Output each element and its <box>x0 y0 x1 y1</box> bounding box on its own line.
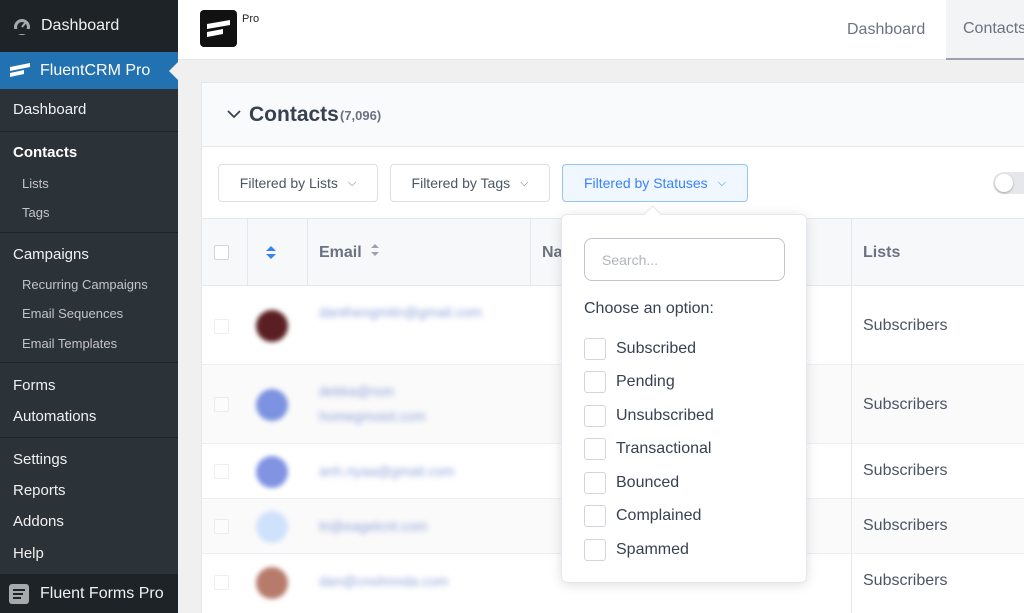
row-checkbox[interactable] <box>214 319 229 334</box>
nav-contacts[interactable]: Contacts <box>946 0 1024 60</box>
view-toggle-switch[interactable] <box>993 172 1024 194</box>
option-subscribed[interactable]: Subscribed <box>584 338 696 360</box>
option-label: Pending <box>616 373 675 390</box>
option-bounced[interactable]: Bounced <box>584 472 679 494</box>
sort-icon <box>370 243 380 262</box>
wp-menu-fluent-forms-label: Fluent Forms Pro <box>40 584 164 602</box>
nav-dashboard[interactable]: Dashboard <box>847 0 925 60</box>
row-checkbox[interactable] <box>214 464 229 479</box>
submenu-dashboard[interactable]: Dashboard <box>0 101 86 118</box>
contacts-header: Contacts (7,096) <box>202 83 1024 147</box>
submenu-recurring-campaigns[interactable]: Recurring Campaigns <box>0 277 148 292</box>
avatar <box>256 389 288 421</box>
collapse-chevron-icon[interactable] <box>226 107 242 123</box>
contacts-count: (7,096) <box>340 108 382 123</box>
submenu-settings[interactable]: Settings <box>0 451 67 468</box>
submenu-tags[interactable]: Tags <box>0 205 49 220</box>
option-checkbox[interactable] <box>584 438 606 460</box>
submenu-reports[interactable]: Reports <box>0 482 66 499</box>
wp-menu-dashboard-label: Dashboard <box>41 17 120 34</box>
option-transactional[interactable]: Transactional <box>584 438 711 460</box>
submenu-contacts[interactable]: Contacts <box>0 144 77 161</box>
filter-tags-label: Filtered by Tags <box>411 175 511 191</box>
option-label: Transactional <box>616 440 712 457</box>
option-checkbox[interactable] <box>584 338 606 360</box>
row-email[interactable]: dan@cnohnnda.com <box>319 569 448 594</box>
fluentcrm-logo-icon <box>8 61 32 81</box>
option-label: Unsubscribed <box>616 407 714 424</box>
row-list: Subscribers <box>863 317 948 334</box>
row-email[interactable]: lri@eagelcnt.com <box>319 514 427 539</box>
row-list: Subscribers <box>863 517 948 534</box>
row-email[interactable]: dekka@non homegmoiol.com <box>319 379 426 429</box>
sort-arrows-icon[interactable] <box>265 245 277 265</box>
chevron-down-icon: ⌵ <box>520 176 529 189</box>
option-label: Bounced <box>616 474 680 491</box>
option-checkbox[interactable] <box>584 505 606 527</box>
submenu-help[interactable]: Help <box>0 545 44 562</box>
option-spammed[interactable]: Spammed <box>584 539 689 561</box>
wp-admin-sidebar: Dashboard FluentCRM Pro Dashboard Contac… <box>0 0 178 613</box>
wp-menu-fluentcrm[interactable]: FluentCRM Pro <box>0 52 178 89</box>
wp-menu-fluent-forms[interactable]: Fluent Forms Pro <box>0 574 178 613</box>
fluentcrm-logo-icon[interactable] <box>200 10 237 47</box>
status-filter-dropdown: Choose an option: Subscribed Pending Uns… <box>561 214 807 583</box>
option-unsubscribed[interactable]: Unsubscribed <box>584 405 714 427</box>
column-name[interactable]: Na <box>542 219 562 286</box>
fluentcrm-submenu: Dashboard Contacts Lists Tags Campaigns … <box>0 89 178 574</box>
choose-option-heading: Choose an option: <box>584 300 714 317</box>
submenu-email-templates[interactable]: Email Templates <box>0 336 117 351</box>
submenu-automations[interactable]: Automations <box>0 408 96 425</box>
submenu-addons[interactable]: Addons <box>0 513 64 530</box>
filter-lists-label: Filtered by Lists <box>239 175 338 191</box>
submenu-campaigns[interactable]: Campaigns <box>0 246 89 263</box>
filter-statuses-button[interactable]: Filtered by Statuses ⌵ <box>562 164 748 202</box>
submenu-lists[interactable]: Lists <box>0 176 49 191</box>
option-checkbox[interactable] <box>584 405 606 427</box>
column-lists[interactable]: Lists <box>863 219 900 286</box>
avatar <box>256 511 288 543</box>
filter-lists-button[interactable]: Filtered by Lists ⌵ <box>218 164 378 202</box>
fluentcrm-topbar: Pro Dashboard Contacts <box>178 0 1024 60</box>
fluent-forms-icon <box>8 583 30 605</box>
option-checkbox[interactable] <box>584 371 606 393</box>
status-search-input[interactable] <box>584 238 785 281</box>
chevron-down-icon: ⌵ <box>717 176 727 189</box>
avatar <box>256 456 288 488</box>
page-title: Contacts <box>249 103 339 126</box>
row-checkbox[interactable] <box>214 575 229 590</box>
submenu-forms[interactable]: Forms <box>0 377 56 394</box>
wp-menu-fluentcrm-label: FluentCRM Pro <box>40 61 151 79</box>
option-checkbox[interactable] <box>584 472 606 494</box>
filter-statuses-label: Filtered by Statuses <box>583 175 708 191</box>
row-email[interactable]: anh.riyaa@gmail.com <box>319 459 455 484</box>
option-complained[interactable]: Complained <box>584 505 701 527</box>
option-pending[interactable]: Pending <box>584 371 675 393</box>
filter-tags-button[interactable]: Filtered by Tags ⌵ <box>390 164 550 202</box>
option-checkbox[interactable] <box>584 539 606 561</box>
option-label: Spammed <box>616 541 689 558</box>
row-list: Subscribers <box>863 462 948 479</box>
row-list: Subscribers <box>863 572 948 589</box>
chevron-down-icon: ⌵ <box>347 176 357 189</box>
row-list: Subscribers <box>863 396 948 413</box>
option-label: Complained <box>616 507 702 524</box>
column-email[interactable]: Email <box>319 219 380 286</box>
avatar <box>256 567 288 599</box>
select-all-checkbox[interactable] <box>214 245 229 260</box>
filter-bar: Filtered by Lists ⌵ Filtered by Tags ⌵ F… <box>202 147 1024 219</box>
avatar <box>256 310 288 342</box>
row-email[interactable]: danthengmitn@gmail.com <box>319 300 482 325</box>
column-email-label: Email <box>319 243 362 261</box>
option-label: Subscribed <box>616 340 697 357</box>
logo-pro-badge: Pro <box>242 13 260 25</box>
row-checkbox[interactable] <box>214 397 229 412</box>
dashboard-gauge-icon <box>12 16 32 36</box>
wp-menu-dashboard[interactable]: Dashboard <box>0 0 178 52</box>
row-checkbox[interactable] <box>214 519 229 534</box>
submenu-email-sequences[interactable]: Email Sequences <box>0 306 123 321</box>
